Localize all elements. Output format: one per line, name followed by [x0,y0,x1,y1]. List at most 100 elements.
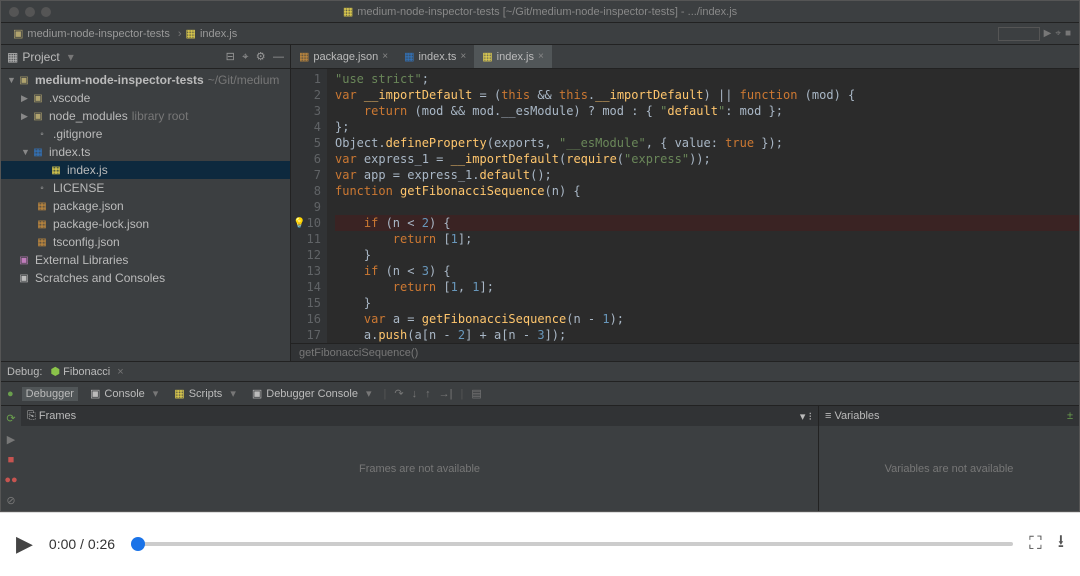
project-tool-window: ▦ Project ▾ ⊟ ⌖ ⚙ — ▼▣ medium-node-inspe… [1,45,291,361]
frames-empty: Frames are not available [21,426,818,511]
title-text: medium-node-inspector-tests [~/Git/mediu… [357,6,737,18]
tree-item-tsconfig[interactable]: ▦tsconfig.json [1,233,290,251]
close-window-button[interactable] [9,7,19,17]
scripts-tab[interactable]: ▦Scripts▾ [170,386,240,401]
stop-button[interactable]: ■ [1065,28,1071,39]
debugger-console-tab[interactable]: ▣Debugger Console▾ [248,386,376,401]
download-button[interactable]: ⭳ [1058,529,1064,559]
tree-root[interactable]: ▼▣ medium-node-inspector-tests ~/Git/med… [1,71,290,89]
project-panel-header: ▦ Project ▾ ⊟ ⌖ ⚙ — [1,45,290,69]
stop-icon[interactable]: ■ [8,454,15,466]
fullscreen-button[interactable]: ⛶ [1029,533,1042,554]
video-time: 0:00 / 0:26 [49,536,115,552]
debug-config-tab[interactable]: ⬢ Fibonacci × [50,365,123,378]
nodejs-icon: ⬢ [50,366,60,378]
console-tab[interactable]: ▣Console▾ [86,386,162,401]
resume-icon[interactable]: ▶ [7,433,15,446]
variables-panel: ≡ Variables ± Variables are not availabl… [819,406,1079,511]
json-icon: ▦ [299,50,309,63]
js-icon: ▦ [186,27,196,40]
debug-body: ⟳ ▶ ■ ●● ⊘ ⎘ Frames ▾ ⁝ Frames are not a… [1,406,1079,511]
run-button[interactable]: ▶ [1044,28,1052,39]
js-icon: ▦ [482,50,492,63]
navigation-bar: ▣ medium-node-inspector-tests › ▦ index.… [1,23,1079,45]
minimize-window-button[interactable] [25,7,35,17]
step-out-icon[interactable]: ↑ [425,388,431,400]
debug-toolbar: ● Debugger ▣Console▾ ▦Scripts▾ ▣Debugger… [1,382,1079,406]
gutter[interactable]: 12345678910💡1112131415161718 [291,69,327,343]
tree-item-index-ts[interactable]: ▼▦index.ts [1,143,290,161]
tree-external-libraries[interactable]: ▣External Libraries [1,251,290,269]
frames-settings-icon[interactable]: ⁝ [805,410,812,423]
maximize-window-button[interactable] [41,7,51,17]
debug-side-controls: ⟳ ▶ ■ ●● ⊘ [1,406,21,511]
run-to-cursor-icon[interactable]: →| [439,388,453,400]
titlebar: ▦ medium-node-inspector-tests [~/Git/med… [1,1,1079,23]
view-breakpoints-icon[interactable]: ●● [4,474,17,486]
project-tree[interactable]: ▼▣ medium-node-inspector-tests ~/Git/med… [1,69,290,361]
collapse-icon[interactable]: ⊟ [226,51,235,63]
console-icon: ▣ [90,387,100,400]
variables-header: ≡ Variables ± [819,406,1079,426]
code-content[interactable]: "use strict";var __importDefault = (this… [327,69,1079,343]
breadcrumb-file: index.js [200,28,237,40]
main-split: ▦ Project ▾ ⊟ ⌖ ⚙ — ▼▣ medium-node-inspe… [1,45,1079,361]
tree-item-node-modules[interactable]: ▶▣node_moduleslibrary root [1,107,290,125]
ts-icon: ▦ [404,50,414,63]
play-button[interactable]: ▶ [16,531,33,557]
project-panel-title: Project [22,50,59,64]
video-player-controls: ▶ 0:00 / 0:26 ⛶ ⭳ [0,512,1080,574]
tree-item-package-lock[interactable]: ▦package-lock.json [1,215,290,233]
project-panel-actions: ⊟ ⌖ ⚙ — [222,49,284,64]
seek-thumb[interactable] [131,537,145,551]
tree-root-label: medium-node-inspector-tests [35,73,204,87]
frames-icon: ⎘ [27,410,36,423]
folder-icon: ▣ [13,27,23,40]
variables-icon: ≡ [825,410,831,422]
mute-breakpoints-icon[interactable]: ⊘ [6,494,15,507]
select-target-icon[interactable]: ⌖ [242,51,248,63]
close-icon[interactable]: × [117,366,123,378]
tree-item-vscode[interactable]: ▶▣.vscode [1,89,290,107]
scripts-icon: ▦ [174,387,184,400]
breadcrumb-bar[interactable]: getFibonacciSequence() [291,343,1079,361]
debug-button[interactable]: ⌖ [1055,28,1061,39]
rerun-icon[interactable]: ⟳ [6,412,15,425]
debugger-tab[interactable]: Debugger [22,387,78,401]
run-config-dropdown[interactable] [998,27,1040,41]
tree-scratches[interactable]: ▣Scratches and Consoles [1,269,290,287]
breadcrumb[interactable]: ▣ medium-node-inspector-tests › ▦ index.… [7,27,243,40]
tree-item-gitignore[interactable]: ◦.gitignore [1,125,290,143]
close-icon[interactable]: × [382,51,388,62]
settings-icon[interactable]: ⚙ [256,51,266,63]
frames-header: ⎘ Frames ▾ ⁝ [21,406,818,426]
tree-item-license[interactable]: ◦LICENSE [1,179,290,197]
tab-index-js[interactable]: ▦index.js× [474,45,552,68]
breadcrumb-project: medium-node-inspector-tests [27,28,169,40]
tree-root-path: ~/Git/medium [208,73,280,87]
step-into-icon[interactable]: ↓ [412,388,418,400]
chevron-down-icon[interactable]: ▾ [68,50,74,64]
step-over-icon[interactable]: ↷ [394,387,403,400]
code-editor[interactable]: 12345678910💡1112131415161718 "use strict… [291,69,1079,343]
file-icon: ▦ [343,5,353,18]
debug-label: Debug: [7,366,42,378]
evaluate-icon[interactable]: ▤ [471,387,481,400]
close-icon[interactable]: × [538,51,544,62]
tree-item-package-json[interactable]: ▦package.json [1,197,290,215]
debug-tool-window: Debug: ⬢ Fibonacci × ● Debugger ▣Console… [1,361,1079,511]
close-icon[interactable]: × [460,51,466,62]
project-icon: ▦ [7,50,18,64]
window-title: ▦ medium-node-inspector-tests [~/Git/med… [343,5,737,18]
video-seek-bar[interactable] [131,542,1013,546]
tab-index-ts[interactable]: ▦index.ts× [396,45,474,68]
add-watch-icon[interactable]: ± [1067,410,1073,422]
debug-session-tabs: Debug: ⬢ Fibonacci × [1,362,1079,382]
run-toolbar: ▶ ⌖ ■ [998,27,1079,41]
hide-icon[interactable]: — [273,51,284,63]
tab-package-json[interactable]: ▦package.json× [291,45,396,68]
tree-item-index-js[interactable]: ▦index.js [1,161,290,179]
resume-button[interactable]: ● [7,388,14,400]
ide-window: ▦ medium-node-inspector-tests [~/Git/med… [0,0,1080,512]
editor-area: ▦package.json× ▦index.ts× ▦index.js× 123… [291,45,1079,361]
